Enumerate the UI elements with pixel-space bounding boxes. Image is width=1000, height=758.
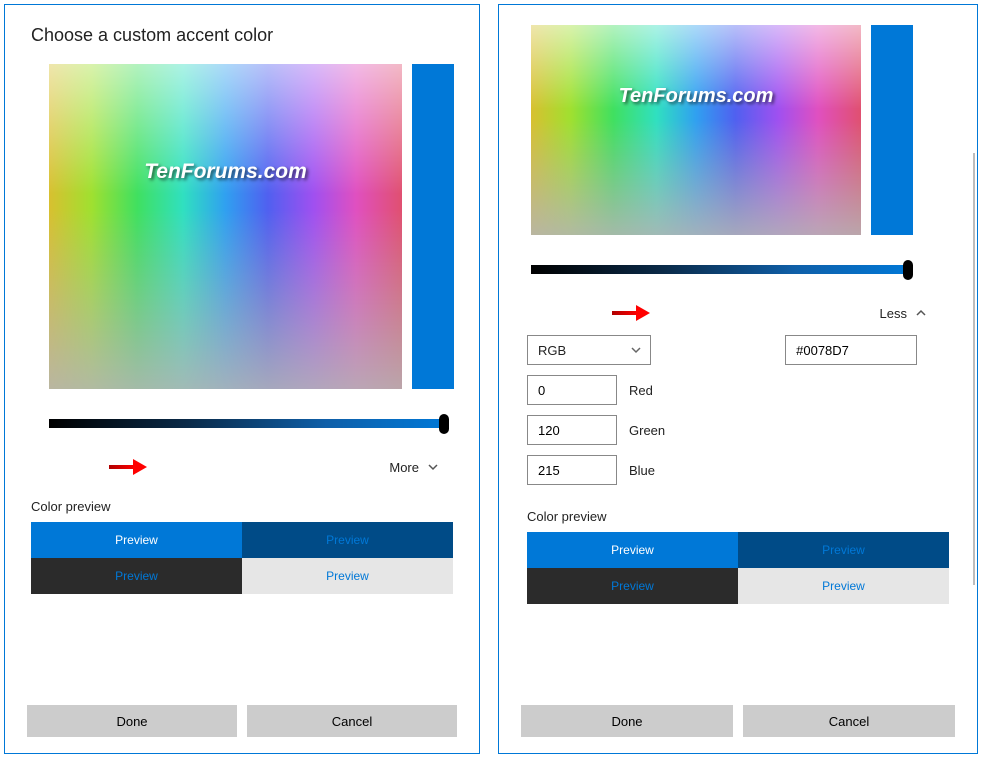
watermark-text: TenForums.com [144, 160, 307, 184]
selected-color-swatch [871, 25, 913, 235]
color-field[interactable]: TenForums.com [531, 25, 861, 235]
cancel-button[interactable]: Cancel [743, 705, 955, 737]
red-input[interactable] [527, 375, 617, 405]
blue-input[interactable] [527, 455, 617, 485]
collapse-toggle[interactable]: Less [515, 305, 927, 321]
color-picker-dialog-collapsed: Choose a custom accent color TenForums.c… [4, 4, 480, 754]
cancel-button[interactable]: Cancel [247, 705, 457, 737]
color-picker-dialog-expanded: TenForums.com Less RGB Red [498, 4, 978, 754]
color-model-value: RGB [538, 343, 566, 358]
expand-toggle-label: More [389, 460, 419, 475]
preview-cell-accent: Preview [31, 522, 242, 558]
chevron-down-icon [630, 344, 642, 356]
color-preview-grid: Preview Preview Preview Preview [31, 522, 453, 594]
green-label: Green [629, 423, 665, 438]
red-label: Red [629, 383, 653, 398]
chevron-down-icon [427, 461, 439, 473]
blue-label: Blue [629, 463, 655, 478]
annotation-arrow [109, 459, 151, 475]
value-slider-thumb[interactable] [439, 414, 449, 434]
preview-cell-darkblue: Preview [738, 532, 949, 568]
collapse-toggle-label: Less [880, 306, 907, 321]
chevron-up-icon [915, 307, 927, 319]
expand-toggle[interactable]: More [21, 459, 439, 475]
done-button[interactable]: Done [521, 705, 733, 737]
preview-cell-darkblue: Preview [242, 522, 453, 558]
preview-cell-dark: Preview [527, 568, 738, 604]
selected-color-swatch [412, 64, 454, 389]
preview-cell-dark: Preview [31, 558, 242, 594]
dialog-title: Choose a custom accent color [31, 25, 463, 46]
green-input[interactable] [527, 415, 617, 445]
color-preview-grid: Preview Preview Preview Preview [527, 532, 949, 604]
value-slider[interactable] [531, 265, 909, 279]
value-slider[interactable] [49, 419, 445, 433]
preview-cell-accent: Preview [527, 532, 738, 568]
preview-section-label: Color preview [527, 509, 961, 524]
watermark-text: TenForums.com [619, 85, 774, 108]
value-slider-thumb[interactable] [903, 260, 913, 280]
preview-section-label: Color preview [31, 499, 463, 514]
done-button[interactable]: Done [27, 705, 237, 737]
value-slider-track [531, 265, 909, 274]
preview-cell-light: Preview [738, 568, 949, 604]
scrollbar[interactable] [973, 153, 975, 585]
preview-cell-light: Preview [242, 558, 453, 594]
color-model-select[interactable]: RGB [527, 335, 651, 365]
color-field[interactable]: TenForums.com [49, 64, 402, 389]
annotation-arrow [612, 305, 654, 321]
hex-input[interactable] [785, 335, 917, 365]
value-slider-track [49, 419, 445, 428]
